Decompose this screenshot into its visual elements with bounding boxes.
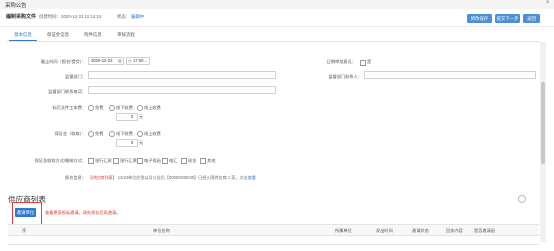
file-fee-offline-radio[interactable]	[109, 105, 115, 111]
reviewer-checkbox[interactable]	[360, 60, 366, 66]
pay-method-label: 保证金收取方式/缴纳方式：	[34, 158, 86, 163]
dept-phone-input[interactable]	[88, 86, 276, 94]
col-invite-letter: 是否邀请函	[474, 228, 495, 233]
dept-input[interactable]	[88, 71, 276, 79]
clock-icon: ◷	[128, 58, 132, 63]
submit-next-button[interactable]: 提交下一步	[495, 14, 520, 23]
dept-label: 监督部门：	[65, 74, 86, 79]
status-value: 编辑中	[131, 14, 145, 19]
deposit-free-radio[interactable]	[88, 131, 94, 137]
deposit-online-label: 线上收费	[144, 131, 161, 136]
deposit-unit: 元	[139, 140, 144, 145]
collapse-icon[interactable]	[518, 195, 526, 203]
tab-attachments[interactable]: 附件信息	[79, 30, 107, 40]
deadline-date-input[interactable]: 2020-12-23 ▦	[88, 57, 124, 65]
supplier-hint-link[interactable]: 查看	[248, 175, 256, 180]
col-index: 序	[22, 228, 27, 233]
tab-approval-flow[interactable]: 审核流程	[112, 30, 140, 40]
col-unit-name: 单位名称	[153, 228, 170, 233]
calendar-icon: ▦	[118, 58, 122, 63]
back-button[interactable]: 返回	[523, 14, 540, 23]
deadline-time-value: 17:00	[133, 58, 144, 63]
invite-warning: 查看更多投标邀请。请先保存后再邀请。	[45, 210, 121, 215]
reviewer-label: 日期审批意见：	[326, 59, 356, 64]
file-fee-free-radio[interactable]	[88, 105, 94, 111]
deadline-date-value: 2020-12-23	[91, 58, 113, 63]
col-sent-time: 发出时间	[376, 228, 393, 233]
table-bottom-border	[8, 244, 539, 245]
window-title: 采购公告	[5, 3, 27, 9]
file-fee-input[interactable]: 0	[116, 113, 138, 121]
pay-e-guarantee-checkbox[interactable]	[137, 158, 143, 164]
deposit-offline-radio[interactable]	[109, 131, 115, 137]
deadline-label: 截止时间（报名/提交）：	[40, 59, 86, 64]
file-fee-offline-label: 线下收费	[116, 105, 133, 110]
deposit-value: 0	[131, 140, 134, 145]
dept-contact-label: 监督部门联系人：	[328, 74, 362, 79]
pay-bank-transfer-checkbox[interactable]	[88, 158, 94, 164]
close-icon[interactable]: ×	[546, 0, 550, 6]
tab-basic-info[interactable]: 基本信息	[9, 30, 37, 41]
hint-label: 报名信息：	[65, 175, 86, 180]
supplier-hint-tag: 【供应商列表】	[88, 175, 117, 180]
pay-wire-checkbox[interactable]	[162, 158, 168, 164]
created-value: 2020-12-23 11:14:15	[61, 14, 102, 19]
file-fee-label: 标后文件工本费：	[52, 105, 86, 110]
pay-e-guarantee-label: 电子保函	[144, 158, 161, 163]
pay-other-checkbox[interactable]	[200, 158, 206, 164]
dept-phone-label: 监督部门联系电话：	[48, 89, 86, 94]
pay-cash-checkbox[interactable]	[181, 158, 187, 164]
supplier-table-header: 序 单位名称 所属单位 发出时间 邀请状态 回执内容 是否邀请函	[8, 224, 539, 236]
pay-bank-draft-checkbox[interactable]	[113, 158, 119, 164]
pay-bank-draft-label: 银行汇票	[120, 158, 137, 163]
created-label: 创建时间：	[39, 14, 61, 19]
scrollbar-thumb[interactable]	[541, 82, 545, 164]
supplier-hint: 【供应商列表】 12/23单位应答以及公告后【0000/0000/00】已经入围…	[88, 175, 256, 181]
doc-header: 编制采购文件 创建时间： 2020-12-23 11:14:15 状态： 编辑中…	[0, 9, 554, 27]
deposit-label: 保证金（收取）：	[54, 131, 86, 136]
save-button[interactable]: 修改保存	[467, 14, 492, 23]
invite-unit-button[interactable]: 邀请单位	[15, 208, 36, 217]
deadline-time-select[interactable]: ◷ 17:00 ⌄	[126, 57, 150, 65]
doc-title: 编制采购文件	[6, 14, 37, 20]
file-fee-value: 0	[131, 114, 134, 119]
form-panel: 截止时间（报名/提交）： 2020-12-23 ▦ ◷ 17:00 ⌄ 日期审批…	[6, 42, 540, 193]
status-label: 状态：	[117, 14, 131, 19]
pay-other-label: 其他	[207, 158, 216, 163]
deposit-offline-label: 线下收费	[116, 131, 133, 136]
col-invite-status: 邀请状态	[412, 228, 429, 233]
file-fee-unit: 元	[139, 114, 144, 119]
deposit-input[interactable]: 0	[116, 139, 138, 147]
reviewer-option-label: 是	[367, 59, 372, 64]
pay-wire-label: 电汇	[169, 158, 178, 163]
file-fee-online-label: 线上收费	[144, 105, 161, 110]
tab-deposit-info[interactable]: 保证金信息	[42, 30, 74, 40]
col-affiliation: 所属单位	[335, 228, 352, 233]
col-receipt: 回执内容	[446, 228, 463, 233]
file-fee-online-radio[interactable]	[137, 105, 143, 111]
pay-cash-label: 现金	[188, 158, 197, 163]
deposit-free-label: 免费	[95, 131, 104, 136]
pay-bank-transfer-label: 银行汇款	[95, 158, 112, 163]
file-fee-free-label: 免费	[95, 105, 104, 110]
supplier-hint-text: 12/23单位应答以及公告后【0000/0000/00】已经入围供应商 1 家，…	[116, 175, 248, 180]
deposit-online-radio[interactable]	[137, 131, 143, 137]
chevron-down-icon: ⌄	[144, 58, 148, 63]
dept-contact-input[interactable]	[364, 71, 536, 79]
